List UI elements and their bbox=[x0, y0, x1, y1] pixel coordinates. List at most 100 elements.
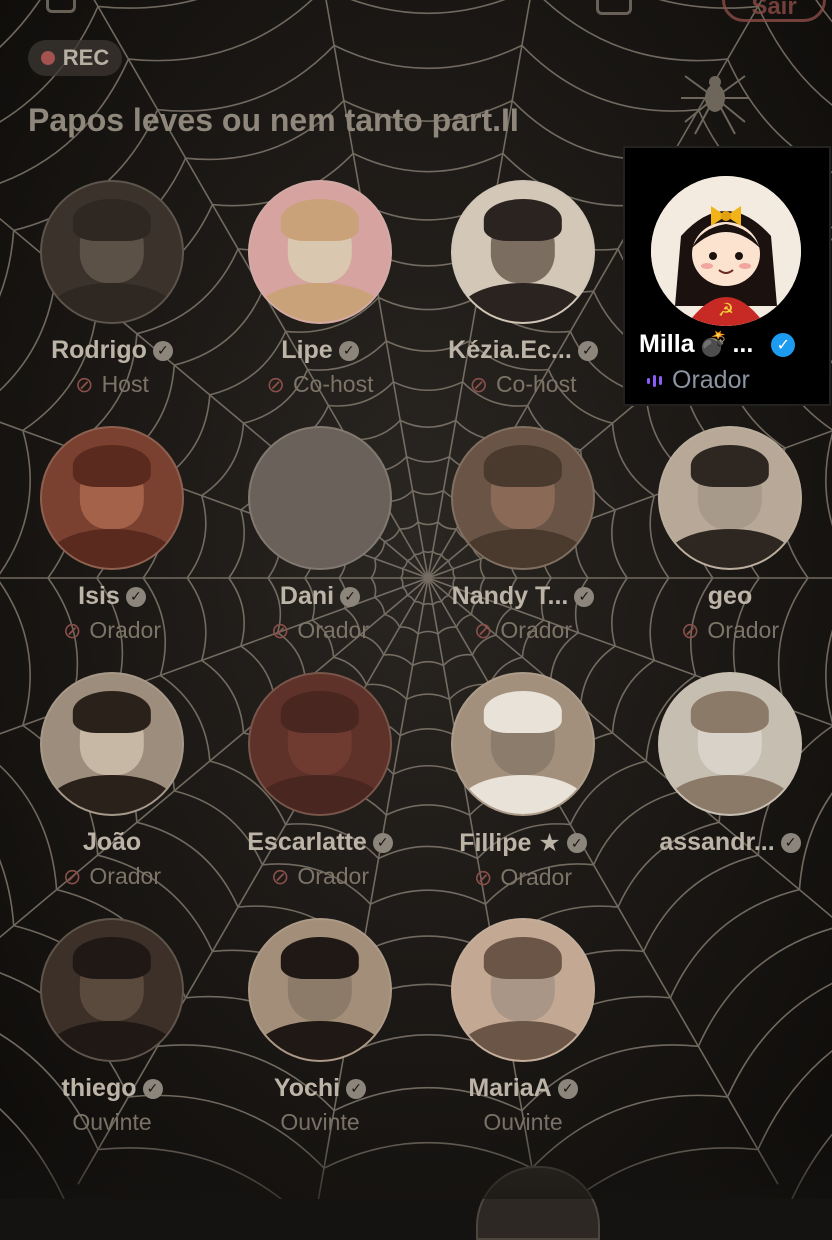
participant-card[interactable]: João ⊘ Orador bbox=[37, 672, 187, 922]
participant-card[interactable]: Lipe ✓ ⊘ Co-host bbox=[245, 180, 395, 430]
participant-name: Escarlatte bbox=[247, 828, 367, 856]
mic-off-icon: ⊘ bbox=[473, 864, 493, 890]
participant-card[interactable]: geo ⊘ Orador bbox=[655, 426, 805, 676]
participant-role: Co-host bbox=[292, 371, 374, 397]
participant-role-row: ⊘ Orador bbox=[63, 863, 161, 890]
avatar-hair bbox=[72, 690, 152, 733]
share-icon[interactable] bbox=[596, 0, 632, 15]
participant-card[interactable]: Dani ✓ ⊘ Orador bbox=[245, 426, 395, 676]
participant-avatar[interactable] bbox=[40, 426, 184, 570]
participant-name: Kézia.Ec... bbox=[448, 336, 572, 364]
participant-role: Orador bbox=[500, 617, 573, 643]
participant-name: Lipe bbox=[281, 336, 333, 364]
participant-role: Orador bbox=[297, 863, 370, 889]
participant-card[interactable]: Fillipe ★ ✓ ⊘ Orador bbox=[448, 672, 598, 922]
verified-badge-icon: ✓ bbox=[566, 833, 587, 853]
participant-role-row: ⊘ Co-host bbox=[470, 371, 577, 398]
participant-role-row: ⊘ Orador bbox=[271, 863, 369, 890]
participant-name: João bbox=[82, 828, 142, 856]
participant-role-row: ⊘ Orador bbox=[271, 617, 369, 644]
participant-avatar[interactable] bbox=[248, 180, 392, 324]
participant-avatar[interactable] bbox=[40, 918, 184, 1062]
mic-off-icon: ⊘ bbox=[75, 371, 94, 397]
participant-name-row: Escarlatte ✓ bbox=[247, 828, 393, 857]
participant-card[interactable]: Kézia.Ec... ✓ ⊘ Co-host bbox=[448, 180, 598, 430]
collapse-icon[interactable] bbox=[46, 0, 76, 13]
speaker-popup[interactable]: ☭ Milla 💣 ... ✓ Orador bbox=[623, 146, 831, 406]
participant-avatar[interactable] bbox=[40, 672, 184, 816]
participant-card[interactable]: Nandy T... ✓ ⊘ Orador bbox=[448, 426, 598, 676]
participant-role: Orador bbox=[89, 617, 162, 643]
participant-name-row: thiego ✓ bbox=[62, 1074, 163, 1103]
participant-card[interactable]: Isis ✓ ⊘ Orador bbox=[37, 426, 187, 676]
mic-off-icon: ⊘ bbox=[270, 617, 290, 643]
popup-name: Milla bbox=[639, 330, 695, 358]
participant-name: geo bbox=[707, 582, 753, 610]
svg-text:☭: ☭ bbox=[718, 300, 734, 321]
avatar-hair bbox=[280, 198, 360, 241]
participant-role-row: ⊘ Orador bbox=[474, 617, 572, 644]
participant-role: Co-host bbox=[495, 371, 577, 397]
verified-badge-icon: ✓ bbox=[346, 1078, 367, 1099]
participant-avatar[interactable] bbox=[248, 672, 392, 816]
avatar-hair bbox=[483, 198, 563, 241]
participant-role: Orador bbox=[500, 864, 573, 890]
avatar-hair bbox=[72, 936, 152, 979]
avatar-hair bbox=[483, 690, 563, 733]
participant-name-row: Rodrigo ✓ bbox=[51, 336, 173, 365]
bomb-icon: 💣 bbox=[698, 331, 729, 358]
verified-badge-icon: ✓ bbox=[142, 1078, 163, 1099]
participant-card[interactable]: assandr... ✓ bbox=[655, 672, 805, 922]
avatar-hair bbox=[280, 690, 360, 733]
cartoon-girl-avatar-icon: ☭ bbox=[651, 176, 801, 326]
verified-badge-icon: ✓ bbox=[340, 586, 361, 607]
participant-avatar[interactable] bbox=[451, 426, 595, 570]
participant-avatar[interactable] bbox=[451, 918, 595, 1062]
participant-name: Yochi bbox=[273, 1074, 341, 1102]
participant-name-row: MariaA ✓ bbox=[468, 1074, 578, 1103]
participant-role: Orador bbox=[297, 617, 370, 643]
participant-name-row: Kézia.Ec... ✓ bbox=[448, 336, 598, 365]
verified-badge-icon: ✓ bbox=[125, 586, 146, 607]
recording-badge: REC bbox=[28, 40, 122, 76]
popup-name-row: Milla 💣 ... ✓ bbox=[639, 330, 796, 359]
avatar-body bbox=[257, 1020, 383, 1060]
participant-role: Host bbox=[101, 371, 149, 397]
avatar-body bbox=[49, 1020, 175, 1060]
avatar-hair bbox=[690, 444, 770, 487]
verified-badge-icon: ✓ bbox=[771, 332, 796, 357]
participant-avatar[interactable] bbox=[248, 426, 392, 570]
mic-off-icon: ⊘ bbox=[266, 371, 285, 397]
leave-button[interactable]: Sair bbox=[722, 0, 826, 22]
participant-role-row: ⊘ Host bbox=[75, 371, 149, 398]
participant-avatar[interactable] bbox=[658, 426, 802, 570]
participant-name-row: Fillipe ★ ✓ bbox=[459, 828, 587, 858]
avatar-hair bbox=[690, 690, 770, 733]
participant-avatar[interactable] bbox=[248, 918, 392, 1062]
participant-name-row: Dani ✓ bbox=[280, 582, 361, 611]
avatar-body bbox=[257, 282, 383, 322]
participant-name: Rodrigo bbox=[51, 336, 147, 364]
participant-card[interactable]: Escarlatte ✓ ⊘ Orador bbox=[245, 672, 395, 922]
recording-label: REC bbox=[62, 45, 110, 70]
participant-name: assandr... bbox=[659, 828, 775, 856]
avatar-hair bbox=[483, 444, 563, 487]
participant-avatar[interactable] bbox=[40, 180, 184, 324]
participant-card[interactable]: Rodrigo ✓ ⊘ Host bbox=[37, 180, 187, 430]
bottom-fade bbox=[0, 1119, 832, 1199]
avatar-body bbox=[460, 282, 586, 322]
verified-badge-icon: ✓ bbox=[372, 832, 393, 853]
participant-avatar[interactable] bbox=[451, 672, 595, 816]
space-title: Papos leves ou nem tanto part.II bbox=[28, 102, 519, 138]
verified-badge-icon: ✓ bbox=[780, 832, 801, 853]
top-bar: Sair bbox=[0, 0, 832, 30]
spider-icon bbox=[681, 75, 749, 135]
participant-name-row: Isis ✓ bbox=[78, 582, 146, 611]
participant-avatar[interactable] bbox=[658, 672, 802, 816]
participant-name: thiego bbox=[61, 1074, 137, 1102]
participant-name-row: Nandy T... ✓ bbox=[452, 582, 595, 611]
participant-name: MariaA bbox=[468, 1074, 552, 1102]
avatar-hair bbox=[72, 198, 152, 241]
mic-off-icon: ⊘ bbox=[270, 863, 290, 889]
participant-avatar[interactable] bbox=[451, 180, 595, 324]
